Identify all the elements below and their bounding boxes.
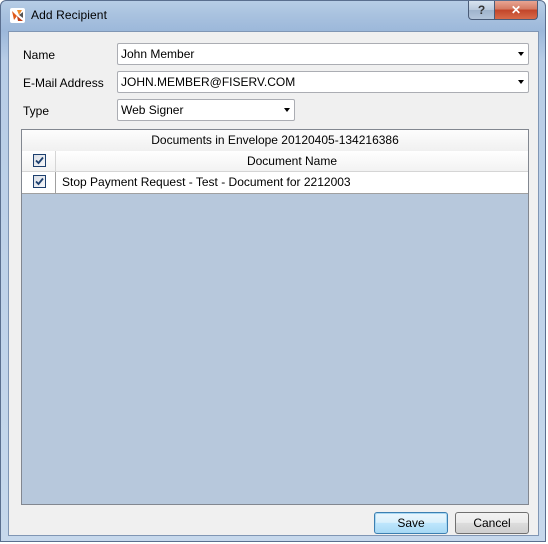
close-button[interactable]: ✕	[495, 1, 538, 20]
title-bar-buttons: ? ✕	[468, 1, 538, 20]
type-value: Web Signer	[121, 103, 184, 117]
check-mark-icon	[35, 177, 44, 186]
name-combobox[interactable]: John Member	[117, 43, 529, 65]
documents-caption: Documents in Envelope 20120405-134216386	[22, 130, 528, 152]
email-combobox[interactable]: JOHN.MEMBER@FISERV.COM	[117, 71, 529, 93]
email-label: E-Mail Address	[23, 76, 104, 90]
document-name-header[interactable]: Document Name	[56, 151, 528, 171]
check-mark-icon	[35, 156, 44, 165]
add-recipient-dialog: Add Recipient ? ✕ Name John Member E-Mai…	[0, 0, 546, 542]
type-label: Type	[23, 104, 50, 118]
close-icon: ✕	[510, 3, 522, 17]
cancel-button[interactable]: Cancel	[455, 512, 529, 534]
save-button[interactable]: Save	[374, 512, 448, 534]
chevron-down-icon[interactable]	[518, 80, 524, 84]
email-value: JOHN.MEMBER@FISERV.COM	[121, 75, 296, 89]
chevron-down-icon[interactable]	[518, 52, 524, 56]
title-bar[interactable]: Add Recipient ? ✕	[1, 1, 545, 31]
chevron-down-icon[interactable]	[284, 108, 290, 112]
documents-grid[interactable]: Documents in Envelope 20120405-134216386…	[21, 129, 529, 505]
select-all-checkbox[interactable]	[33, 154, 46, 167]
type-combobox[interactable]: Web Signer	[117, 99, 295, 121]
window-title: Add Recipient	[31, 8, 108, 22]
app-logo-icon	[10, 8, 25, 23]
help-button[interactable]: ?	[468, 1, 495, 20]
select-all-cell[interactable]	[22, 151, 56, 171]
grid-header-row: Document Name	[22, 151, 528, 172]
table-row[interactable]: Stop Payment Request - Test - Document f…	[22, 172, 528, 194]
dialog-body: Name John Member E-Mail Address JOHN.MEM…	[8, 31, 539, 536]
name-value: John Member	[121, 47, 195, 61]
document-name-cell: Stop Payment Request - Test - Document f…	[62, 175, 351, 189]
name-label: Name	[23, 48, 56, 62]
help-icon: ?	[477, 3, 486, 17]
row-checkbox[interactable]	[33, 175, 46, 188]
row-check-cell[interactable]	[22, 172, 56, 193]
